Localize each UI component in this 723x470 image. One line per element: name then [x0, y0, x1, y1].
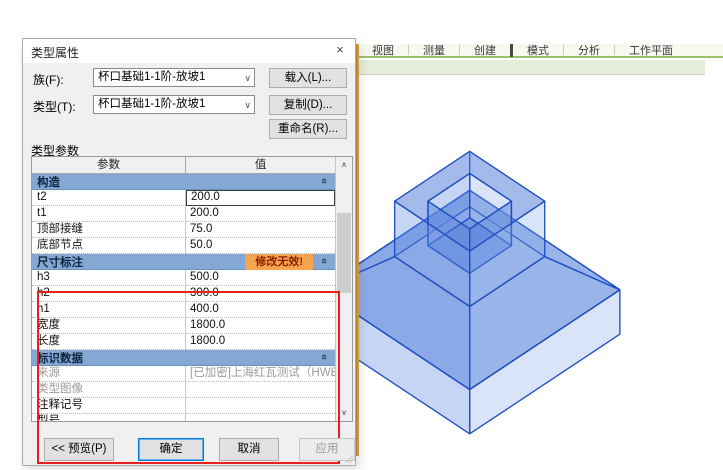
param-table-rows: 构造 «t2 200.0 t1 200.0 顶部接缝 75.0 底部节点 50.0 尺寸标注 修改无…: [32, 174, 336, 421]
column-header-param: 参数: [32, 157, 187, 173]
ribbon-panel-label-3[interactable]: 创建: [460, 42, 510, 58]
param-group-header[interactable]: 标识数据 «: [32, 350, 336, 366]
collapse-icon[interactable]: «: [318, 258, 330, 264]
param-name: 顶部接缝: [32, 222, 187, 238]
param-value-cell[interactable]: 1800.0: [186, 318, 336, 334]
group-label: 构造: [37, 176, 60, 189]
param-value-cell[interactable]: [186, 414, 335, 421]
param-name: 型号: [32, 414, 187, 421]
param-name: h2: [32, 286, 187, 302]
family-label: 族(F):: [33, 73, 64, 87]
rename-button[interactable]: 重命名(R)...: [269, 119, 347, 139]
param-row: 宽度 1800.0: [32, 318, 336, 334]
param-name: 底部节点: [32, 238, 187, 254]
load-button[interactable]: 载入(L)...: [269, 68, 347, 88]
collapse-icon[interactable]: «: [318, 354, 330, 360]
param-row: 来源[已加密]上海红瓦测试（HWE850: [32, 366, 336, 382]
param-row: h2 300.0: [32, 286, 336, 302]
ribbon-panel-label-1[interactable]: 视图: [358, 42, 408, 58]
param-value-cell[interactable]: [186, 398, 336, 414]
palette-edge-highlight: [356, 44, 359, 456]
param-value-cell[interactable]: 300.0: [186, 286, 336, 302]
chevron-down-icon: ∨: [244, 100, 251, 110]
dialog-title: 类型属性: [31, 46, 80, 60]
param-value-cell[interactable]: 200.0: [186, 190, 336, 206]
param-row: 顶部接缝 75.0: [32, 222, 336, 238]
ribbon-panel-label-5[interactable]: 分析: [564, 42, 614, 58]
duplicate-button[interactable]: 复制(D)...: [269, 95, 347, 115]
family-value: 杯口基础1-1阶-放坡1: [98, 71, 206, 83]
param-row: h3 500.0: [32, 270, 336, 286]
param-row: t1 200.0: [32, 206, 336, 222]
column-header-value: 值: [254, 159, 267, 171]
param-name: h3: [32, 270, 187, 286]
param-row: 注释记号: [32, 398, 336, 414]
ribbon-panel-label-6[interactable]: 工作平面: [615, 42, 687, 58]
type-label: 类型(T):: [33, 100, 76, 114]
param-row: t2 200.0: [32, 190, 336, 206]
param-value-cell[interactable]: 75.0: [186, 222, 336, 238]
param-value-cell[interactable]: 1800.0: [186, 334, 336, 350]
param-name: 来源: [32, 366, 187, 382]
family-combobox[interactable]: 杯口基础1-1阶-放坡1 ∨: [93, 68, 255, 87]
param-value-cell[interactable]: 400.0: [186, 302, 336, 318]
ok-button[interactable]: 确定: [138, 438, 204, 461]
table-header: 参数 值: [32, 157, 336, 174]
param-row: 底部节点 50.0: [32, 238, 336, 254]
ribbon-panel-label-4[interactable]: 模式: [513, 42, 563, 58]
type-properties-dialog: 类型属性 × 族(F): 杯口基础1-1阶-放坡1 ∨ 载入(L)... 类型(…: [22, 38, 356, 466]
param-value-cell[interactable]: [已加密]上海红瓦测试（HWE850: [186, 366, 336, 382]
param-row: 型号: [32, 414, 336, 421]
param-group-header[interactable]: 构造 «: [32, 174, 336, 190]
type-combobox[interactable]: 杯口基础1-1阶-放坡1 ∨: [93, 95, 255, 114]
param-name: 类型图像: [32, 382, 187, 398]
param-group-header[interactable]: 尺寸标注 修改无效! «: [32, 254, 336, 270]
param-value-cell[interactable]: [186, 382, 336, 398]
ribbon-panel-label-2[interactable]: 测量: [409, 42, 459, 58]
model-view-pane[interactable]: [318, 75, 723, 470]
param-value-cell[interactable]: 50.0: [186, 238, 336, 254]
collapse-icon[interactable]: «: [318, 178, 330, 184]
param-row: 长度 1800.0: [32, 334, 336, 350]
screen: 视图 测量 创建 模式 分析 工作平面 类型属性 × 族(F): 杯口基础1-1…: [0, 0, 723, 470]
preview-button[interactable]: << 预览(P): [44, 438, 114, 461]
close-icon[interactable]: ×: [327, 40, 353, 60]
param-name: t2: [32, 190, 187, 206]
scroll-down-icon[interactable]: ∨: [336, 405, 352, 421]
options-bar: [358, 60, 705, 75]
param-name: 注释记号: [32, 398, 187, 414]
param-value-cell[interactable]: 200.0: [186, 206, 336, 222]
param-row: 类型图像: [32, 382, 336, 398]
param-value-cell[interactable]: 500.0: [186, 270, 336, 286]
param-row: h1 400.0: [32, 302, 336, 318]
param-name: t1: [32, 206, 187, 222]
scrollbar-thumb[interactable]: [337, 213, 352, 293]
ribbon-panel-labels: 视图 测量 创建 模式 分析 工作平面: [358, 42, 723, 58]
param-name: 宽度: [32, 318, 187, 334]
dialog-titlebar[interactable]: 类型属性 ×: [23, 39, 355, 63]
parameter-table: 参数 值 构造 «t2 200.0 t1 200.0 顶部接缝 75.0 底部节点 50.0 尺寸…: [31, 156, 353, 464]
param-name: 长度: [32, 334, 187, 350]
table-scrollbar[interactable]: ∧ ∨: [335, 157, 352, 421]
warning-badge: 修改无效!: [245, 254, 314, 270]
param-name: h1: [32, 302, 187, 318]
resize-grip[interactable]: [343, 453, 353, 463]
chevron-down-icon: ∨: [244, 73, 251, 83]
foundation-3d-model: [318, 150, 621, 435]
type-value: 杯口基础1-1阶-放坡1: [98, 98, 206, 110]
cancel-button[interactable]: 取消: [219, 438, 279, 461]
group-label: 标识数据: [37, 352, 83, 365]
group-label: 尺寸标注: [37, 256, 83, 269]
scroll-up-icon[interactable]: ∧: [336, 157, 352, 173]
